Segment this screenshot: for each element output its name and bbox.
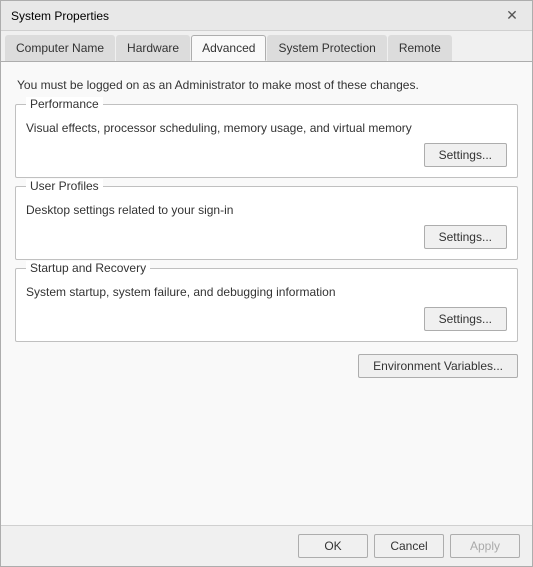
environment-variables-button[interactable]: Environment Variables... [358, 354, 518, 378]
admin-notice: You must be logged on as an Administrato… [15, 74, 518, 96]
startup-recovery-label: Startup and Recovery [26, 261, 150, 275]
user-profiles-section: User Profiles Desktop settings related t… [15, 186, 518, 260]
tab-computer-name[interactable]: Computer Name [5, 35, 115, 61]
main-content: You must be logged on as an Administrato… [1, 62, 532, 525]
close-button[interactable]: ✕ [502, 6, 522, 26]
user-profiles-description: Desktop settings related to your sign-in [26, 199, 507, 217]
bottom-bar: OK Cancel Apply [1, 525, 532, 566]
performance-section: Performance Visual effects, processor sc… [15, 104, 518, 178]
cancel-button[interactable]: Cancel [374, 534, 444, 558]
performance-description: Visual effects, processor scheduling, me… [26, 117, 507, 135]
startup-recovery-settings-button[interactable]: Settings... [424, 307, 507, 331]
performance-settings-button[interactable]: Settings... [424, 143, 507, 167]
user-profiles-settings-button[interactable]: Settings... [424, 225, 507, 249]
user-profiles-label: User Profiles [26, 179, 103, 193]
startup-recovery-description: System startup, system failure, and debu… [26, 281, 507, 299]
env-variables-row: Environment Variables... [15, 354, 518, 378]
tab-remote[interactable]: Remote [388, 35, 452, 61]
system-properties-window: System Properties ✕ Computer Name Hardwa… [0, 0, 533, 567]
ok-button[interactable]: OK [298, 534, 368, 558]
window-title: System Properties [11, 9, 109, 23]
tab-bar: Computer Name Hardware Advanced System P… [1, 31, 532, 62]
tab-hardware[interactable]: Hardware [116, 35, 190, 61]
title-bar: System Properties ✕ [1, 1, 532, 31]
tab-system-protection[interactable]: System Protection [267, 35, 386, 61]
performance-label: Performance [26, 97, 103, 111]
apply-button[interactable]: Apply [450, 534, 520, 558]
startup-recovery-section: Startup and Recovery System startup, sys… [15, 268, 518, 342]
tab-advanced[interactable]: Advanced [191, 35, 266, 61]
